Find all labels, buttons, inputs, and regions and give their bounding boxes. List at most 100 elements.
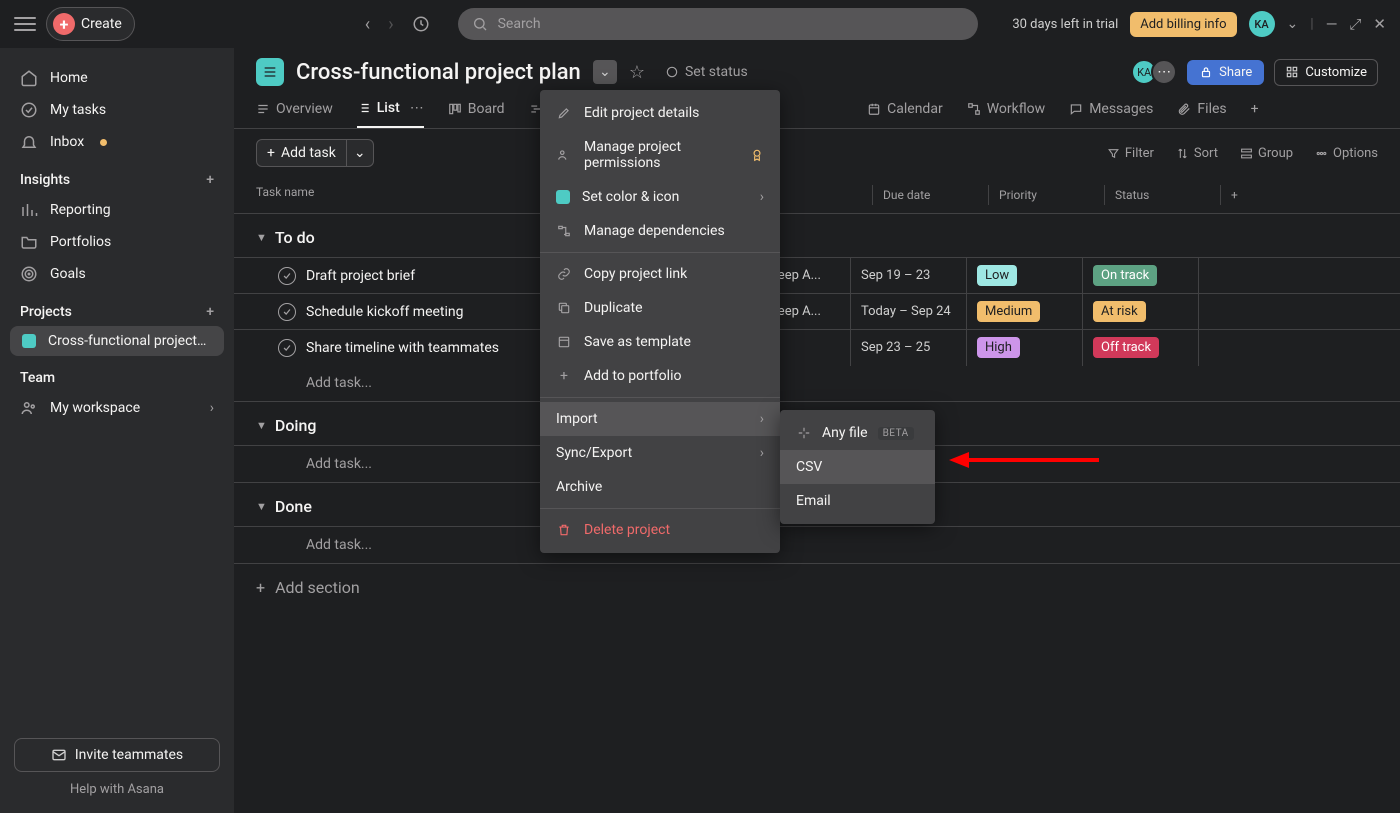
- add-section-button[interactable]: +Add section: [234, 564, 1400, 611]
- project-color-icon: [22, 334, 36, 348]
- project-menu-button[interactable]: ⌄: [593, 60, 617, 84]
- submenu-any-file[interactable]: Any file BETA: [780, 416, 935, 450]
- project-dropdown-menu: Edit project details Manage project perm…: [540, 90, 780, 553]
- sidebar-item-reporting[interactable]: Reporting: [0, 194, 234, 226]
- user-avatar[interactable]: KA: [1249, 11, 1275, 37]
- cell-due[interactable]: Sep 23 – 25: [850, 330, 966, 366]
- hamburger-icon[interactable]: [14, 13, 36, 35]
- check-icon[interactable]: [278, 339, 296, 357]
- sidebar-item-project[interactable]: Cross-functional project p...: [10, 326, 224, 356]
- help-link[interactable]: Help with Asana: [14, 772, 220, 799]
- add-billing-button[interactable]: Add billing info: [1130, 12, 1236, 37]
- nav-fwd-icon[interactable]: ›: [388, 14, 393, 35]
- plus-icon[interactable]: +: [206, 304, 214, 320]
- sidebar-item-home[interactable]: Home: [0, 62, 234, 94]
- create-button[interactable]: + Create: [46, 7, 135, 41]
- col-head-due[interactable]: Due date: [872, 185, 988, 205]
- plus-icon: +: [267, 145, 275, 161]
- group-button[interactable]: Group: [1240, 146, 1293, 161]
- task-name: Draft project brief: [306, 268, 415, 284]
- link-icon: [556, 266, 572, 282]
- minimize-icon[interactable]: —: [1326, 15, 1338, 33]
- cell-priority[interactable]: High: [966, 330, 1082, 366]
- table-row[interactable]: Schedule kickoff meeting arandeep A... T…: [234, 293, 1400, 329]
- sort-button[interactable]: Sort: [1176, 146, 1218, 161]
- menu-sync-export[interactable]: Sync/Export›: [540, 436, 780, 470]
- history-icon[interactable]: [412, 15, 430, 33]
- sidebar-item-portfolios[interactable]: Portfolios: [0, 226, 234, 258]
- options-button[interactable]: Options: [1315, 146, 1378, 161]
- share-label: Share: [1219, 65, 1252, 80]
- plus-icon[interactable]: +: [206, 172, 214, 188]
- menu-save-template[interactable]: Save as template: [540, 325, 780, 359]
- paperclip-icon: [1177, 102, 1191, 116]
- group-icon: [1240, 147, 1253, 160]
- col-head-priority[interactable]: Priority: [988, 185, 1104, 205]
- check-circle-icon: [20, 101, 38, 119]
- menu-edit-details[interactable]: Edit project details: [540, 96, 780, 130]
- cell-priority[interactable]: Medium: [966, 294, 1082, 330]
- tab-calendar[interactable]: Calendar: [867, 100, 943, 128]
- share-button[interactable]: Share: [1187, 60, 1264, 85]
- menu-dependencies[interactable]: Manage dependencies: [540, 214, 780, 248]
- tab-overview[interactable]: Overview: [256, 100, 333, 128]
- add-task-row[interactable]: Add task...: [234, 526, 1400, 563]
- chevron-down-icon[interactable]: ⌄: [1287, 16, 1299, 32]
- menu-delete-project[interactable]: Delete project: [540, 513, 780, 547]
- menu-archive[interactable]: Archive: [540, 470, 780, 504]
- sidebar-head-projects: Projects +: [0, 290, 234, 326]
- col-head-status[interactable]: Status: [1104, 185, 1220, 205]
- sidebar-item-goals[interactable]: Goals: [0, 258, 234, 290]
- menu-manage-permissions[interactable]: Manage project permissions: [540, 130, 780, 180]
- menu-add-portfolio[interactable]: +Add to portfolio: [540, 359, 780, 393]
- close-icon[interactable]: ✕: [1373, 15, 1386, 33]
- table-row[interactable]: Draft project brief arandeep A... Sep 19…: [234, 257, 1400, 293]
- tab-list[interactable]: List⋯: [357, 100, 424, 128]
- add-task-dropdown[interactable]: ⌄: [347, 139, 374, 167]
- search-input[interactable]: Search: [458, 8, 978, 40]
- task-name: Share timeline with teammates: [306, 340, 499, 356]
- add-column-button[interactable]: +: [1220, 185, 1252, 205]
- sidebar-item-mytasks[interactable]: My tasks: [0, 94, 234, 126]
- add-tab-button[interactable]: +: [1251, 100, 1259, 128]
- customize-button[interactable]: Customize: [1274, 59, 1378, 86]
- add-task-row[interactable]: Add task...: [234, 365, 1400, 401]
- notification-dot-icon: [100, 139, 107, 146]
- customize-label: Customize: [1305, 65, 1367, 80]
- submenu-email[interactable]: Email: [780, 484, 935, 518]
- tab-workflow[interactable]: Workflow: [967, 100, 1046, 128]
- menu-set-color[interactable]: Set color & icon›: [540, 180, 780, 214]
- cell-due[interactable]: Today – Sep 24: [850, 294, 966, 330]
- set-status-label: Set status: [685, 64, 748, 80]
- invite-button[interactable]: Invite teammates: [14, 738, 220, 772]
- set-status-button[interactable]: Set status: [665, 64, 748, 80]
- more-icon[interactable]: ⋯: [410, 100, 424, 116]
- submenu-csv[interactable]: CSV: [780, 450, 935, 484]
- project-title: Cross-functional project plan: [296, 60, 581, 85]
- cell-status[interactable]: Off track: [1082, 330, 1198, 366]
- menu-duplicate[interactable]: Duplicate: [540, 291, 780, 325]
- menu-import[interactable]: Import›: [540, 402, 780, 436]
- separator: |: [1310, 16, 1313, 32]
- tab-board[interactable]: Board: [448, 100, 505, 128]
- tab-messages[interactable]: Messages: [1069, 100, 1153, 128]
- nav-back-icon[interactable]: ‹: [365, 14, 370, 35]
- menu-copy-link[interactable]: Copy project link: [540, 257, 780, 291]
- cell-due[interactable]: Sep 19 – 23: [850, 258, 966, 294]
- sidebar-item-workspace[interactable]: My workspace ›: [0, 392, 234, 424]
- restore-icon[interactable]: ⤢: [1349, 15, 1361, 33]
- cell-priority[interactable]: Low: [966, 258, 1082, 294]
- filter-button[interactable]: Filter: [1107, 146, 1154, 161]
- check-icon[interactable]: [278, 303, 296, 321]
- caret-down-icon: ▼: [256, 500, 267, 513]
- tab-files[interactable]: Files: [1177, 100, 1226, 128]
- cell-status[interactable]: On track: [1082, 258, 1198, 294]
- cell-status[interactable]: At risk: [1082, 294, 1198, 330]
- add-task-button[interactable]: +Add task: [256, 139, 347, 167]
- sidebar-item-inbox[interactable]: Inbox: [0, 126, 234, 158]
- more-members-icon[interactable]: ⋯: [1151, 59, 1177, 85]
- check-icon[interactable]: [278, 267, 296, 285]
- table-row[interactable]: Share timeline with teammates Sep 23 – 2…: [234, 329, 1400, 365]
- star-icon[interactable]: ☆: [629, 62, 645, 83]
- section-todo[interactable]: ▼To do: [234, 214, 1400, 257]
